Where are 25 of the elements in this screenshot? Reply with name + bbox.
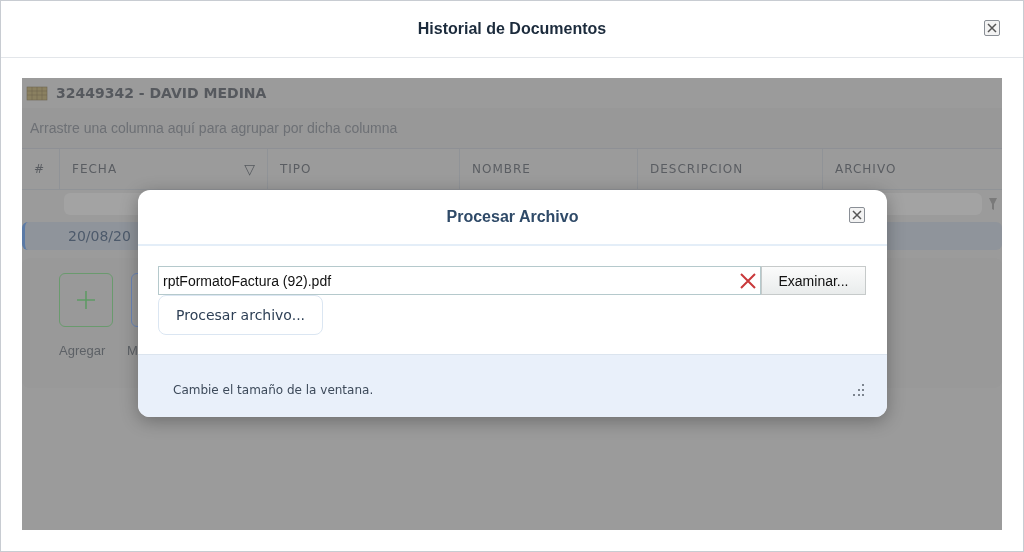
column-header[interactable]: FECHA ▽ (60, 149, 268, 189)
grid-title: 32449342 - DAVID MEDINA (56, 85, 267, 101)
filter-glyph[interactable]: ▽ (244, 161, 255, 177)
file-field[interactable]: rptFormatoFactura (92).pdf (158, 266, 761, 295)
browse-button[interactable]: Examinar... (761, 266, 866, 295)
table-cell-text: 20/08/20 (67, 228, 131, 244)
close-icon (987, 23, 997, 33)
clear-icon[interactable] (740, 272, 756, 289)
column-header[interactable]: TIPO (268, 149, 460, 189)
close-icon (852, 210, 862, 220)
resize-grip-icon[interactable] (852, 383, 865, 397)
column-header[interactable]: # (22, 149, 60, 189)
action-label: Agregar (59, 343, 107, 358)
footer-text: Cambie el tamaño de la ventana. (173, 383, 374, 397)
grid-icon (26, 85, 48, 101)
close-button[interactable] (984, 20, 1000, 36)
window-title: Historial de Documentos (417, 20, 607, 38)
plus-icon (77, 291, 95, 309)
close-button[interactable] (849, 207, 865, 223)
dialog-title: Procesar Archivo (446, 208, 579, 226)
process-button[interactable]: Procesar archivo... (158, 295, 324, 335)
column-header[interactable]: NOMBRE (460, 149, 638, 189)
action-label: M (127, 343, 139, 358)
column-header[interactable]: DESCRIPCION (638, 149, 823, 189)
column-header[interactable]: ARCHIVO (823, 149, 1002, 189)
